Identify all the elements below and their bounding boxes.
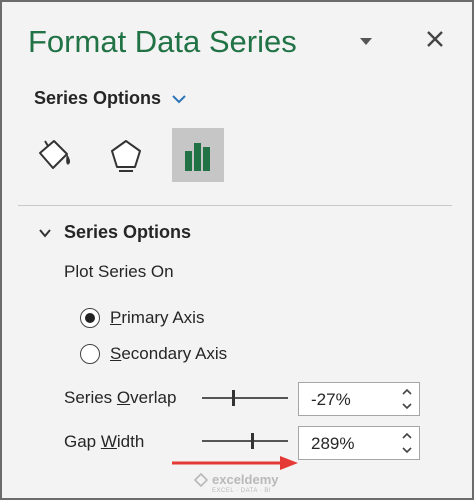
series-options-dropdown-label: Series Options [34,88,162,108]
series-overlap-spinner[interactable]: -27% [298,382,420,416]
gap-width-value[interactable]: 289% [311,434,354,454]
chevron-down-icon [172,94,186,103]
series-options-section-header[interactable]: Series Options [38,222,191,243]
gap-width-label: Gap Width [64,432,145,451]
tab-effects[interactable] [100,128,152,182]
red-arrow-annotation-icon [172,456,298,470]
exceldemy-watermark: exceldemy EXCEL · DATA · BI [194,472,279,494]
slider-thumb[interactable] [232,390,235,406]
pentagon-icon [111,140,141,172]
paint-bucket-icon [39,140,71,169]
section-divider [18,205,452,206]
secondary-axis-label: Secondary Axis [110,344,228,363]
tab-series-options[interactable] [172,128,224,182]
series-overlap-label: Series Overlap [64,388,177,407]
section-title: Series Options [64,222,192,242]
series-options-dropdown[interactable]: Series Options [34,88,187,109]
chevron-down-icon [39,228,51,238]
exceldemy-logo-icon [194,472,208,487]
secondary-axis-option[interactable]: Secondary Axis [80,344,227,364]
pane-options-chevron-icon[interactable] [358,36,374,46]
watermark-tagline: EXCEL · DATA · BI [212,488,272,494]
watermark-name: exceldemy [212,472,279,487]
series-overlap-value[interactable]: -27% [311,390,351,410]
radio-selected-dot [85,313,95,323]
series-overlap-slider[interactable] [202,388,288,408]
primary-axis-radio[interactable] [80,308,100,328]
plot-series-on-label: Plot Series On [64,262,174,281]
format-data-series-pane: Format Data Series Series Options Series… [0,0,474,500]
bar-chart-icon [185,143,210,171]
secondary-axis-radio[interactable] [80,344,100,364]
slider-track [202,440,288,442]
spinner-arrows-icon[interactable] [401,386,413,412]
pane-title: Format Data Series [28,24,297,59]
primary-axis-option[interactable]: Primary Axis [80,308,204,328]
close-icon[interactable] [424,28,446,50]
gap-width-spinner[interactable]: 289% [298,426,420,460]
gap-width-slider[interactable] [202,431,288,451]
slider-thumb[interactable] [251,433,254,449]
primary-axis-label: Primary Axis [110,308,205,327]
slider-track [202,397,288,399]
spinner-arrows-icon[interactable] [401,430,413,456]
tab-fill-line[interactable] [28,128,80,182]
